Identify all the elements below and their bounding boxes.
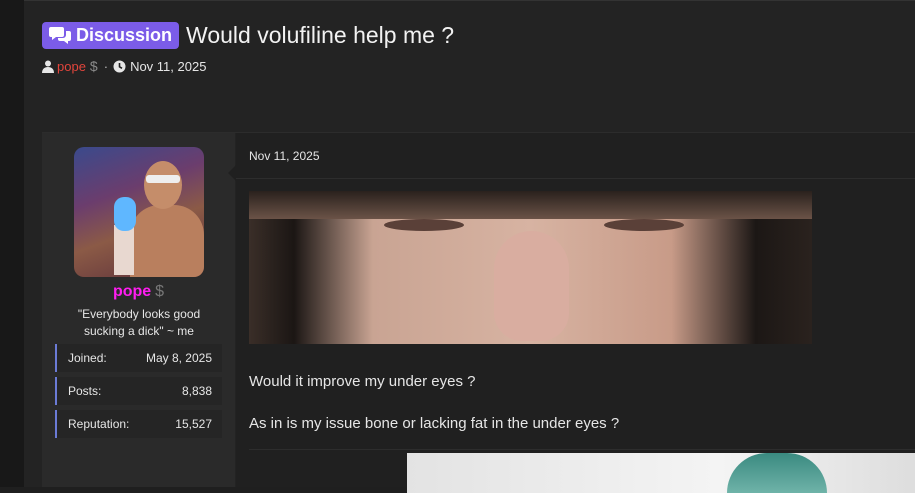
post-image-second[interactable] [407, 453, 915, 493]
user-sidebar: pope $ "Everybody looks good sucking a di… [42, 133, 235, 487]
post-divider [236, 178, 915, 179]
avatar[interactable] [74, 147, 204, 277]
top-divider [24, 0, 915, 1]
post-text-line: Would it improve my under eyes ? [249, 373, 476, 390]
user-custom-title: "Everybody looks good sucking a dick" ~ … [77, 307, 201, 338]
content-divider [249, 449, 915, 450]
stat-value: May 8, 2025 [145, 351, 212, 365]
image-eye-right [604, 219, 684, 231]
image-hair [727, 453, 827, 493]
post-arrow [228, 165, 236, 181]
image-nose [494, 231, 569, 341]
post-image-face[interactable] [249, 191, 812, 344]
stat-label: Posts: [68, 384, 102, 398]
meta-separator: · [103, 58, 109, 74]
thread-author-link[interactable]: pope [57, 59, 86, 74]
stat-label: Joined: [68, 351, 107, 365]
dollar-sign-icon: $ [89, 58, 98, 74]
avatar-bandage [146, 175, 180, 183]
image-eye-left [384, 219, 464, 231]
badge-label: Discussion [76, 24, 173, 45]
dollar-sign-icon: $ [155, 283, 165, 300]
avatar-arm [114, 225, 134, 275]
stat-value: 15,527 [175, 417, 212, 431]
post: pope $ "Everybody looks good sucking a di… [42, 132, 915, 493]
discussion-badge[interactable]: Discussion [42, 21, 180, 49]
clock-icon [113, 60, 126, 72]
avatar-glove [114, 197, 136, 231]
thread-title: Would volufiline help me ? [186, 21, 455, 48]
post-text-line: As in is my issue bone or lacking fat in… [249, 415, 620, 432]
user-stats: Joined: May 8, 2025 Posts: 8,838 Reputat… [55, 344, 222, 443]
post-date[interactable]: Nov 11, 2025 [249, 149, 320, 163]
thread-meta: pope $ · Nov 11, 2025 [42, 58, 454, 74]
avatar-head [144, 161, 182, 209]
post-content: Nov 11, 2025 Would it improve my under e… [236, 133, 915, 493]
image-hair [249, 191, 812, 219]
stat-value: 8,838 [181, 384, 212, 398]
thread-header: Discussion Would volufiline help me ? po… [42, 20, 454, 74]
stat-joined: Joined: May 8, 2025 [55, 344, 222, 372]
thread-date[interactable]: Nov 11, 2025 [130, 59, 206, 74]
left-gutter [0, 0, 24, 487]
title-row: Discussion Would volufiline help me ? [42, 20, 454, 50]
stat-label: Reputation: [68, 417, 130, 431]
chat-bubbles-icon [49, 27, 71, 44]
stat-posts: Posts: 8,838 [55, 377, 222, 405]
stat-reputation: Reputation: 15,527 [55, 410, 222, 438]
avatar-body [130, 205, 204, 277]
username-text[interactable]: pope [113, 283, 151, 300]
user-icon [42, 60, 54, 73]
username[interactable]: pope $ [42, 283, 235, 301]
